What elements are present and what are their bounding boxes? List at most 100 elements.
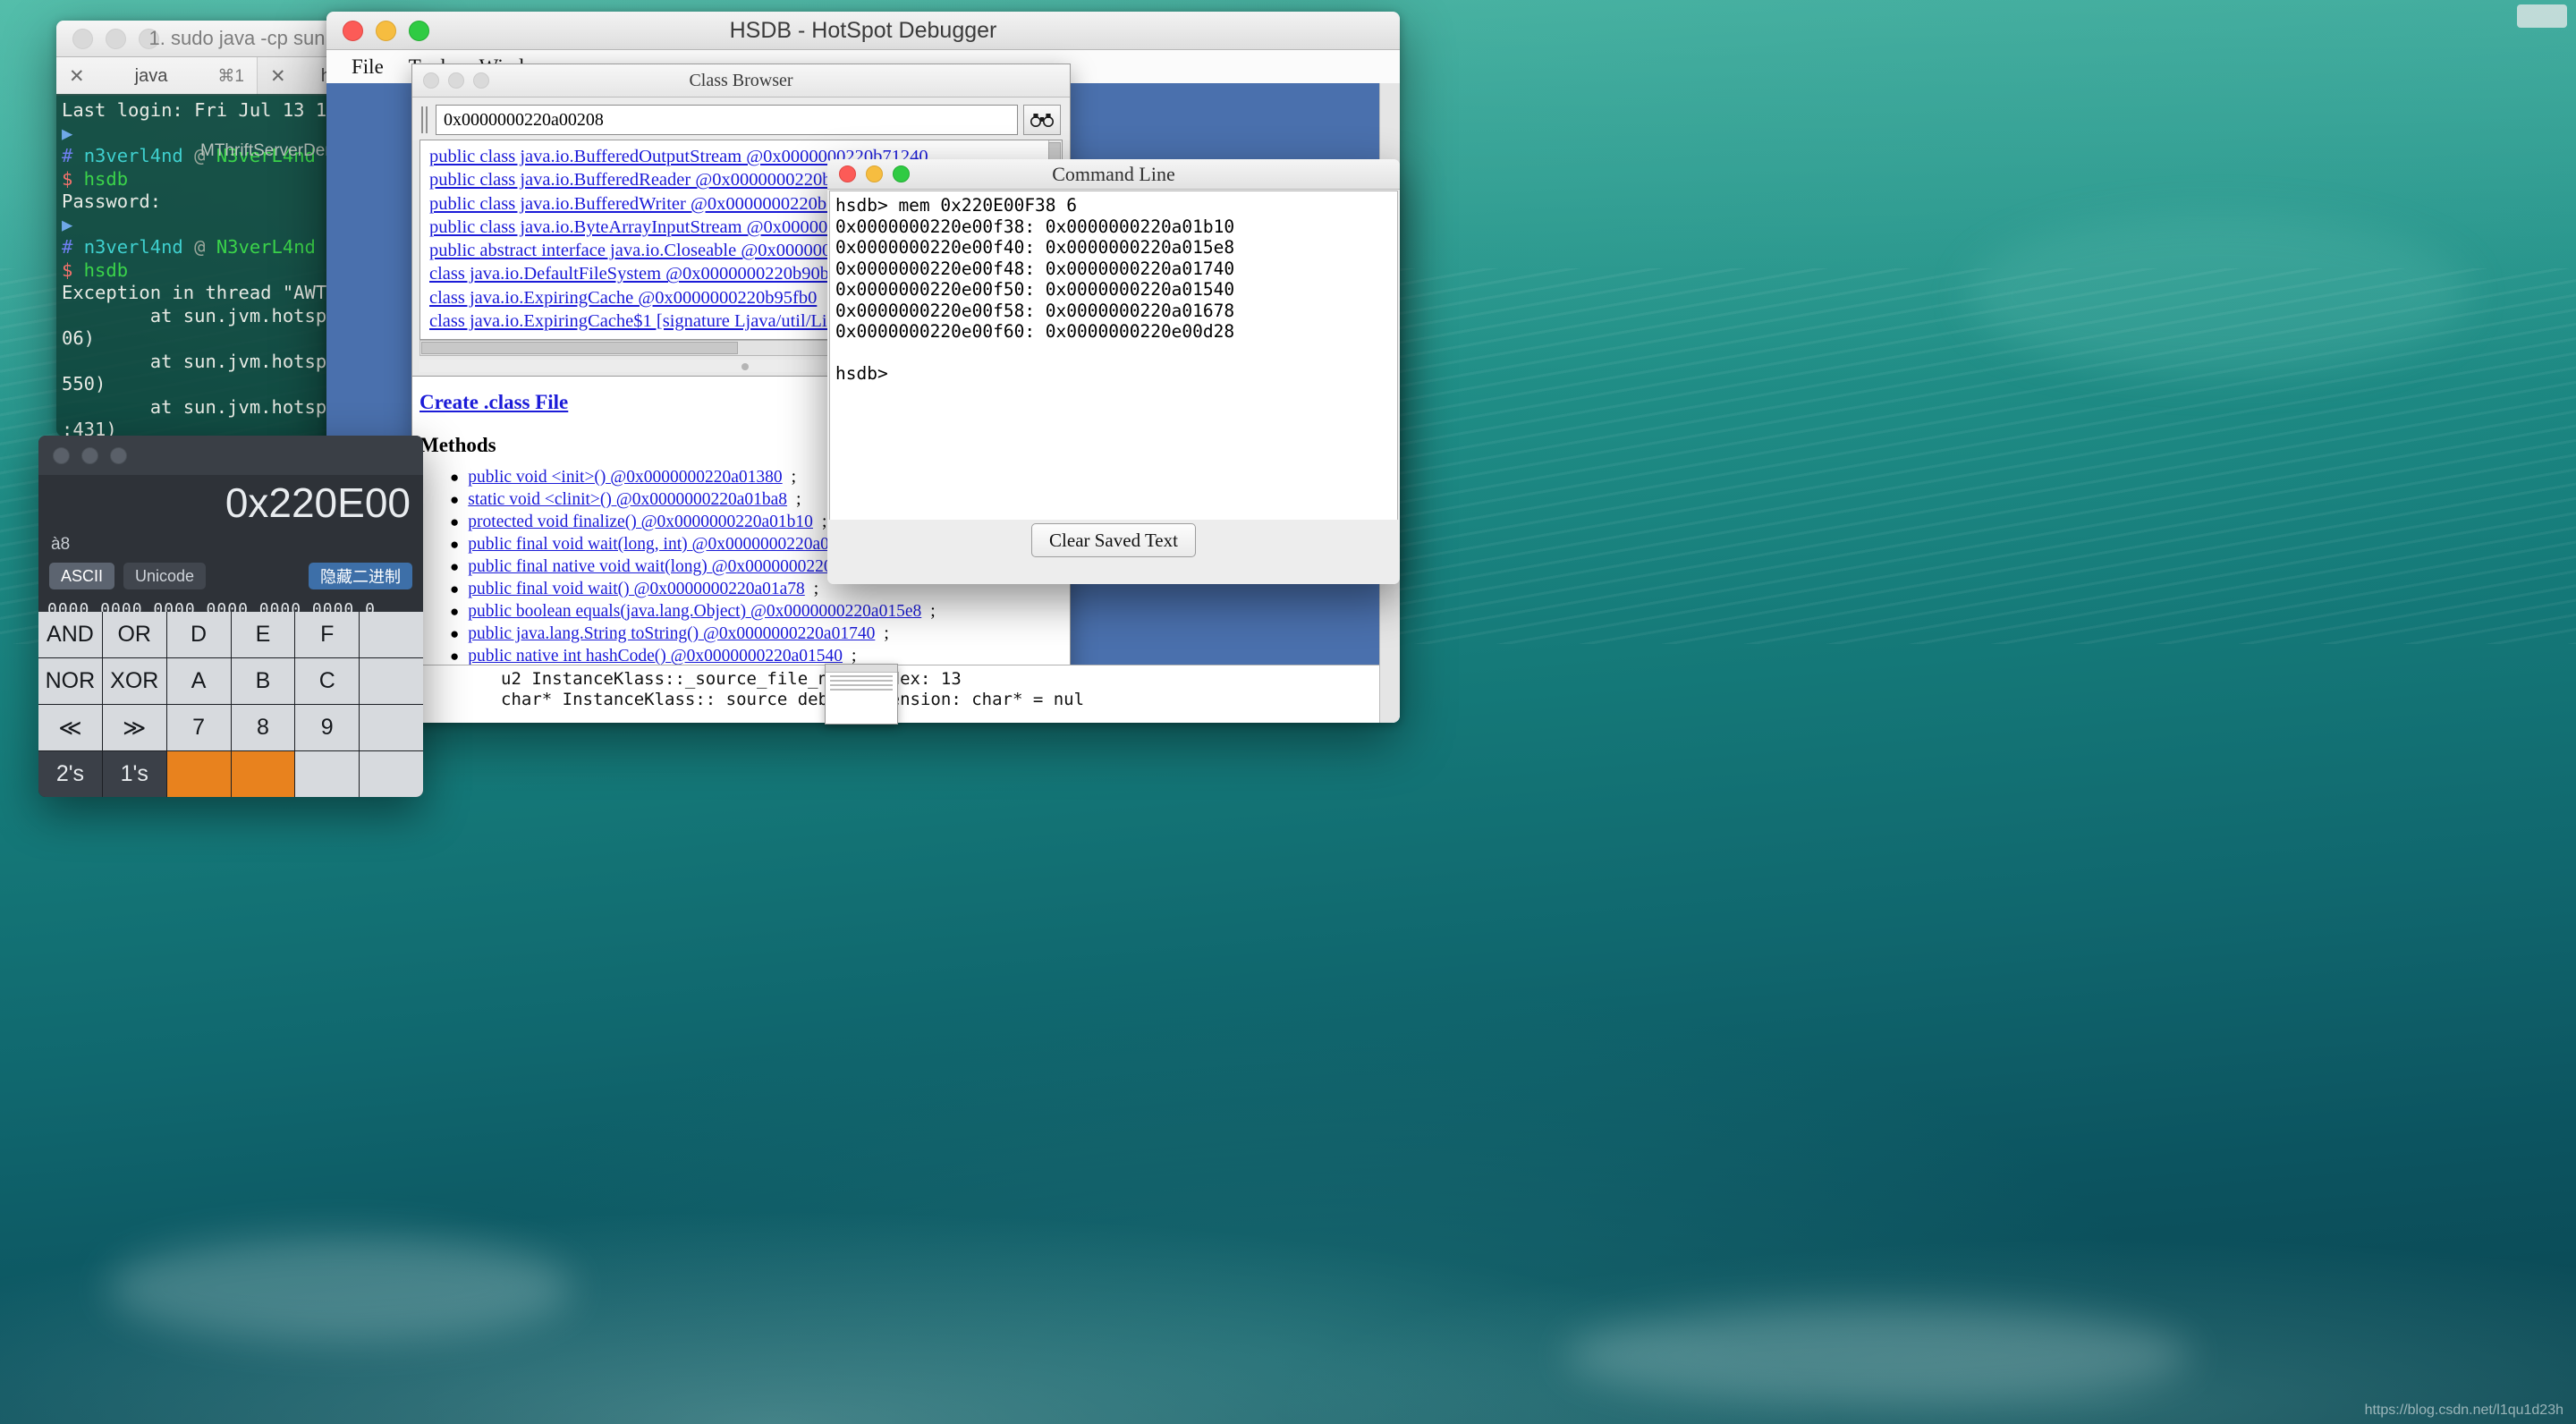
calculator-titlebar[interactable] <box>38 436 423 475</box>
method-semicolon: ; <box>884 624 889 643</box>
chip-unicode[interactable]: Unicode <box>123 563 207 589</box>
method-link[interactable]: public final void wait(long, int) @0x000… <box>468 535 862 555</box>
key-shift-left[interactable]: ≪ <box>38 705 102 750</box>
key-twos-complement[interactable]: 2's <box>38 751 102 797</box>
key-e[interactable]: E <box>231 612 295 657</box>
key-orange-2[interactable] <box>231 751 295 797</box>
bullet-icon: ● <box>450 625 460 642</box>
menubar-extra <box>2517 4 2567 28</box>
key-blank-1[interactable] <box>360 612 423 657</box>
method-link[interactable]: static void <clinit>() @0x0000000220a01b… <box>468 490 787 510</box>
method-semicolon: ; <box>813 580 819 598</box>
key-d[interactable]: D <box>166 612 231 657</box>
method-link[interactable]: public void <init>() @0x0000000220a01380 <box>468 468 782 487</box>
method-link[interactable]: protected void finalize() @0x0000000220a… <box>468 513 813 532</box>
prompt-at: @ <box>182 236 216 258</box>
method-link[interactable]: public java.lang.String toString() @0x00… <box>468 624 875 644</box>
command-line-output[interactable]: hsdb> mem 0x220E00F38 6 0x0000000220e00f… <box>829 191 1398 523</box>
key-blank-4[interactable] <box>295 751 360 797</box>
terminal-tab-shortcut: ⌘1 <box>217 66 244 86</box>
prompt-user: n3verl4nd <box>83 236 183 258</box>
method-semicolon: ; <box>796 490 801 509</box>
key-b[interactable]: B <box>231 658 295 704</box>
divider-knob-icon[interactable] <box>741 363 749 370</box>
command-line-row: 0x0000000220e00f40: 0x0000000220a015e8 <box>835 237 1235 258</box>
key-or[interactable]: OR <box>102 612 166 657</box>
bullet-icon: ● <box>450 513 460 530</box>
bullet-icon: ● <box>450 558 460 575</box>
scrollbar-thumb[interactable] <box>421 342 738 354</box>
thumbnail-line <box>830 680 893 682</box>
key-blank-3[interactable] <box>360 705 423 750</box>
create-class-file-link[interactable]: Create .class File <box>419 391 568 414</box>
key-blank-5[interactable] <box>360 751 423 797</box>
menu-file[interactable]: File <box>339 54 396 81</box>
hsdb-console-line: char* InstanceKlass:: source debug exten… <box>501 690 1085 709</box>
terminal-text: 06) <box>62 327 96 349</box>
key-and[interactable]: AND <box>38 612 102 657</box>
method-link[interactable]: public boolean equals(java.lang.Object) … <box>468 602 921 622</box>
prompt-dollar: $ <box>62 259 73 281</box>
hsdb-titlebar[interactable]: HSDB - HotSpot Debugger <box>326 12 1400 50</box>
minimize-button-icon[interactable] <box>81 446 98 464</box>
command-line-row: 0x0000000220e00f58: 0x0000000220a01678 <box>835 300 1235 321</box>
prompt-hash: # <box>62 236 73 258</box>
chip-hide-binary[interactable]: 隐藏二进制 <box>309 563 412 589</box>
method-semicolon: ; <box>821 513 827 531</box>
key-c[interactable]: C <box>295 658 360 704</box>
bullet-icon: ● <box>450 536 460 553</box>
background-window-thumbnail[interactable] <box>825 664 898 725</box>
terminal-tab-java[interactable]: ✕ java ⌘1 <box>56 57 258 95</box>
hex-calculator-window[interactable]: 0x220E00 à8 ASCII Unicode 隐藏二进制 0000 000… <box>38 436 423 797</box>
key-blank-2[interactable] <box>360 658 423 704</box>
class-browser-search-row[interactable]: 0x0000000220a00208 <box>412 97 1070 140</box>
key-nor[interactable]: NOR <box>38 658 102 704</box>
command-line-row: 0x0000000220e00f60: 0x0000000220e00d28 <box>835 321 1235 342</box>
close-button-icon[interactable] <box>53 446 70 464</box>
chip-ascii[interactable]: ASCII <box>49 563 115 589</box>
key-7[interactable]: 7 <box>166 705 231 750</box>
command-line-row: 0x0000000220e00f48: 0x0000000220a01740 <box>835 258 1235 279</box>
calculator-mode-chips[interactable]: ASCII Unicode 隐藏二进制 <box>38 559 423 597</box>
hsdb-console-strip[interactable]: u2 InstanceKlass::_source_file_name_inde… <box>411 665 1400 723</box>
key-a[interactable]: A <box>166 658 231 704</box>
calculator-sub-label: à8 <box>51 535 71 554</box>
drag-handle-icon[interactable] <box>421 106 430 133</box>
binoculars-icon[interactable] <box>1023 105 1061 135</box>
class-address-input[interactable]: 0x0000000220a00208 <box>436 105 1018 135</box>
calculator-traffic-lights[interactable] <box>38 446 127 464</box>
class-browser-title: Class Browser <box>689 70 793 90</box>
command-line-row: 0x0000000220e00f50: 0x0000000220a01540 <box>835 279 1235 300</box>
thumbnail-line <box>830 675 893 677</box>
key-9[interactable]: 9 <box>295 705 360 750</box>
clear-saved-text-button[interactable]: Clear Saved Text <box>1031 523 1196 557</box>
wallpaper-foam-b <box>1565 1306 2191 1404</box>
key-f[interactable]: F <box>295 612 360 657</box>
command-line-row: 0x0000000220e00f38: 0x0000000220a01b10 <box>835 216 1235 237</box>
command-line-window[interactable]: Command Line hsdb> mem 0x220E00F38 6 0x0… <box>827 159 1400 584</box>
key-8[interactable]: 8 <box>231 705 295 750</box>
bullet-icon: ● <box>450 603 460 620</box>
key-xor[interactable]: XOR <box>102 658 166 704</box>
command-line-prompt: hsdb> <box>835 363 888 384</box>
close-icon[interactable]: ✕ <box>270 67 286 86</box>
thumbnail-line <box>830 689 893 691</box>
prompt-host: N3verL4nd <box>216 236 316 258</box>
command-line-titlebar[interactable]: Command Line <box>827 159 1400 190</box>
key-ones-complement[interactable]: 1's <box>102 751 166 797</box>
class-browser-titlebar[interactable]: Class Browser <box>412 64 1070 97</box>
key-shift-right[interactable]: ≫ <box>102 705 166 750</box>
method-semicolon: ; <box>791 468 797 487</box>
zoom-button-icon[interactable] <box>110 446 127 464</box>
key-orange-1[interactable] <box>166 751 231 797</box>
terminal-tab-label: java <box>134 65 168 86</box>
watermark-text: https://blog.csdn.net/l1qu1d23h <box>2364 1403 2563 1418</box>
calculator-keypad[interactable]: AND OR D E F NOR XOR A B C ≪ ≫ 7 8 9 2's… <box>38 612 423 797</box>
close-icon[interactable]: ✕ <box>69 67 85 86</box>
method-link[interactable]: public final void wait() @0x0000000220a0… <box>468 580 804 599</box>
method-link[interactable]: public native int hashCode() @0x00000002… <box>468 647 843 666</box>
method-link[interactable]: public final native void wait(long) @0x0… <box>468 557 884 577</box>
prompt-marker-icon: ▶ <box>62 213 73 235</box>
hsdb-window-title: HSDB - HotSpot Debugger <box>729 17 997 43</box>
method-semicolon: ; <box>930 602 936 621</box>
